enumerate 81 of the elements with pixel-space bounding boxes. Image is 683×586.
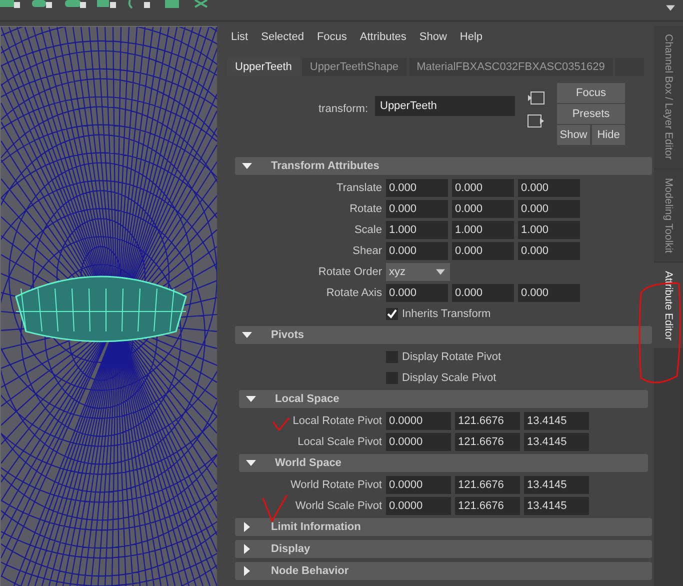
number-field[interactable]: 0.000 xyxy=(452,178,514,196)
attribute-label: Scale xyxy=(354,224,382,236)
collapse-arrow-icon xyxy=(246,458,256,468)
number-field[interactable]: 0.000 xyxy=(386,242,448,260)
number-field[interactable]: 13.4145 xyxy=(524,432,589,450)
number-field[interactable]: 13.4145 xyxy=(524,412,589,430)
number-field[interactable]: 13.4145 xyxy=(524,496,589,514)
expand-arrow-icon xyxy=(242,544,252,554)
show-button[interactable]: Show xyxy=(557,125,590,145)
number-field[interactable]: 0.000 xyxy=(518,178,580,196)
checkbox-label: Display Rotate Pivot xyxy=(402,350,502,362)
menu-item[interactable]: Show xyxy=(419,31,447,43)
dropdown[interactable]: xyz xyxy=(386,262,450,280)
load-icon[interactable] xyxy=(527,91,545,105)
attribute-label: World Scale Pivot xyxy=(295,500,382,512)
node-tab[interactable]: UpperTeeth xyxy=(227,58,302,76)
presets-button[interactable]: Presets xyxy=(557,104,625,124)
collapse-arrow-icon xyxy=(242,330,252,340)
number-field[interactable]: 0.0000 xyxy=(386,476,451,494)
number-field[interactable]: 0.000 xyxy=(452,200,514,218)
attribute-label: World Rotate Pivot xyxy=(290,478,382,490)
copy-tab-icon[interactable] xyxy=(527,114,545,128)
checkbox-label: Inherits Transform xyxy=(402,308,491,320)
number-field[interactable]: 0.0000 xyxy=(386,432,451,450)
collapse-arrow-icon xyxy=(242,161,252,171)
side-tab[interactable]: Attribute Editor xyxy=(654,262,683,348)
number-field[interactable]: 0.000 xyxy=(518,284,580,302)
attribute-label: Shear xyxy=(352,244,382,256)
caret-icon[interactable] xyxy=(666,5,675,11)
menu-item[interactable]: Focus xyxy=(316,31,347,43)
expand-arrow-icon xyxy=(242,566,252,576)
check-annotation xyxy=(272,417,290,431)
checkbox[interactable] xyxy=(386,350,398,362)
hide-button[interactable]: Hide xyxy=(592,125,625,145)
number-field[interactable]: 0.000 xyxy=(452,284,514,302)
attribute-label: Rotate Order xyxy=(318,266,382,278)
attribute-label: Rotate xyxy=(350,202,382,214)
number-field[interactable]: 0.000 xyxy=(386,178,448,196)
number-field[interactable]: 1.000 xyxy=(452,220,514,238)
number-field[interactable]: 121.6676 xyxy=(455,496,520,514)
number-field[interactable]: 0.0000 xyxy=(386,412,451,430)
section-header[interactable]: Limit Information xyxy=(235,518,652,536)
checkbox[interactable] xyxy=(386,308,398,320)
menu-item[interactable]: Help xyxy=(460,31,483,43)
node-tab[interactable]: MaterialFBXASC032FBXASC0351629 xyxy=(408,58,615,76)
section-header[interactable]: Local Space xyxy=(239,390,648,408)
number-field[interactable]: 0.000 xyxy=(518,242,580,260)
number-field[interactable]: 0.0000 xyxy=(386,496,451,514)
number-field[interactable]: 0.000 xyxy=(452,242,514,260)
number-field[interactable]: 121.6676 xyxy=(455,476,520,494)
number-field[interactable]: 13.4145 xyxy=(524,476,589,494)
section-header[interactable]: World Space xyxy=(239,454,648,472)
menu-item[interactable]: List xyxy=(231,31,248,43)
node-type-label: transform: xyxy=(317,103,368,115)
section-header[interactable]: Pivots xyxy=(235,326,652,344)
checkbox[interactable] xyxy=(386,372,398,384)
focus-button[interactable]: Focus xyxy=(557,83,625,103)
side-tab[interactable]: Modeling Toolkit xyxy=(654,170,683,261)
number-field[interactable]: 121.6676 xyxy=(455,412,520,430)
attribute-label: Rotate Axis xyxy=(326,286,382,298)
node-name-field[interactable]: UpperTeeth xyxy=(375,96,515,116)
section-header[interactable]: Transform Attributes xyxy=(235,157,652,175)
number-field[interactable]: 1.000 xyxy=(518,220,580,238)
check-annotation xyxy=(262,494,288,522)
side-tab[interactable]: Channel Box / Layer Editor xyxy=(654,26,683,168)
number-field[interactable]: 121.6676 xyxy=(455,432,520,450)
attribute-label: Local Scale Pivot xyxy=(298,436,382,448)
section-header[interactable]: Display xyxy=(235,540,652,558)
number-field[interactable]: 0.000 xyxy=(386,284,448,302)
number-field[interactable]: 0.000 xyxy=(386,200,448,218)
section-header[interactable]: Node Behavior xyxy=(235,562,652,580)
number-field[interactable]: 0.000 xyxy=(518,200,580,218)
attribute-label: Local Rotate Pivot xyxy=(292,414,382,426)
checkbox-label: Display Scale Pivot xyxy=(402,372,496,384)
node-tab[interactable]: UpperTeethShape xyxy=(302,58,409,76)
collapse-arrow-icon xyxy=(246,394,256,404)
menu-item[interactable]: Selected xyxy=(261,31,304,43)
expand-arrow-icon xyxy=(242,522,252,532)
attribute-label: Translate xyxy=(336,182,382,194)
number-field[interactable]: 1.000 xyxy=(386,220,448,238)
menu-item[interactable]: Attributes xyxy=(360,31,406,43)
